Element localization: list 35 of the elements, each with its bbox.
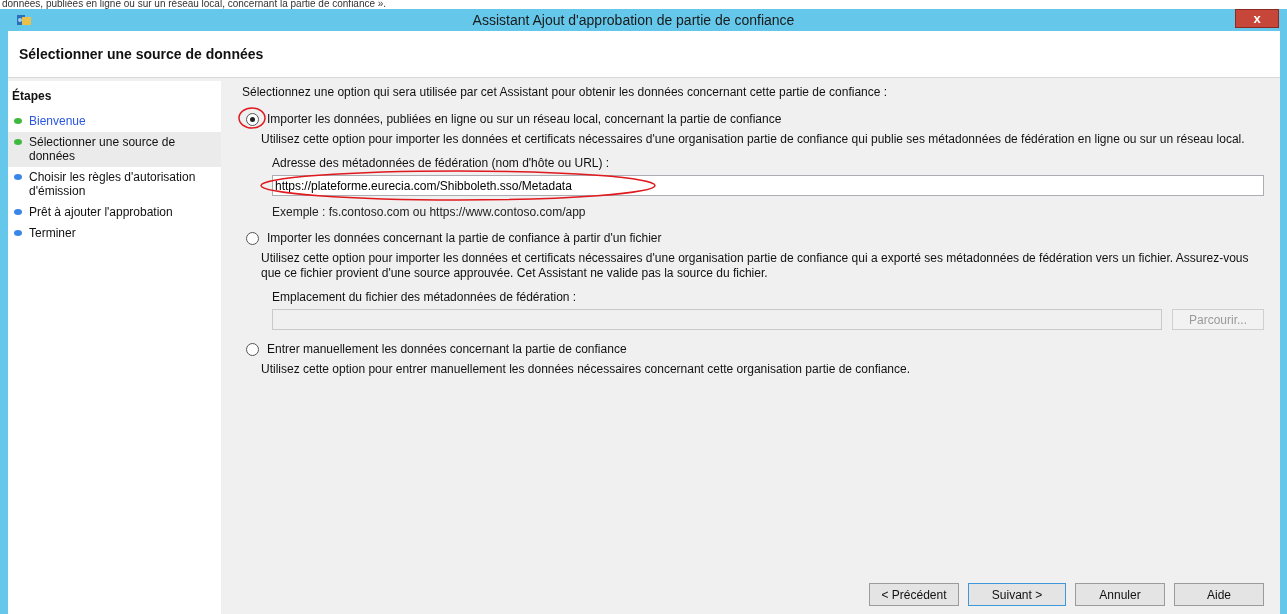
field-label: Emplacement du fichier des métadonnées de fédération : bbox=[272, 290, 578, 304]
step-label: Bienvenue bbox=[29, 114, 86, 128]
option-label: Importer les données, publiées en ligne ou sur un réseau local, concernant la partie de confiance bbox=[267, 112, 782, 126]
option-description: Utilisez cette option pour importer les données et certificats nécessaires d'une organisation partie de confiance qui publie ses métadonnées de fédération en ligne ou sur un réseau local. bbox=[261, 132, 1246, 147]
step-item[interactable]: Choisir les règles d'autorisation d'émission bbox=[8, 167, 221, 202]
step-item[interactable]: Sélectionner une source de données bbox=[8, 132, 221, 167]
radio-button[interactable] bbox=[246, 112, 259, 126]
step-item[interactable]: Prêt à ajouter l'approbation bbox=[8, 202, 221, 223]
wizard-button[interactable]: Suivant > bbox=[968, 583, 1066, 606]
step-label: Terminer bbox=[29, 226, 76, 240]
step-label: Sélectionner une source de données bbox=[29, 135, 177, 163]
wizard-button[interactable]: Aide bbox=[1174, 583, 1264, 606]
field-label: Adresse des métadonnées de fédération (nom d'hôte ou URL) : bbox=[272, 156, 611, 170]
option-label: Entrer manuellement les données concernant la partie de confiance bbox=[267, 342, 627, 356]
step-item[interactable]: Bienvenue bbox=[8, 111, 221, 132]
example-hint: Exemple : fs.contoso.com ou https://www.contoso.com/app bbox=[272, 205, 587, 219]
caption-text: données, publiées en ligne ou sur un réseau local, concernant la partie de confiance ». bbox=[2, 0, 387, 9]
radio-button[interactable] bbox=[246, 342, 259, 356]
step-label: Prêt à ajouter l'approbation bbox=[29, 205, 173, 219]
option-description: Utilisez cette option pour importer les données et certificats nécessaires d'une organisation partie de confiance qui a exporté ses métadonnées de fédération vers un fichier. Assurez-vous que ce fichier provient d'une source approuvée. Cet Assistant ne valide pas la source du fichier. bbox=[261, 251, 1250, 281]
app-icon bbox=[16, 13, 32, 27]
window-title: Assistant Ajout d'approbation de partie de confiance bbox=[471, 12, 796, 28]
annotation-circle bbox=[237, 106, 267, 130]
radio-button[interactable] bbox=[246, 231, 259, 245]
close-button[interactable]: x bbox=[1235, 9, 1279, 28]
page-title: Sélectionner une source de données bbox=[19, 46, 264, 62]
wizard-button[interactable]: Annuler bbox=[1075, 583, 1165, 606]
step-item[interactable]: Terminer bbox=[8, 223, 221, 244]
step-label: Choisir les règles d'autorisation d'émission bbox=[29, 170, 197, 198]
option-description: Utilisez cette option pour entrer manuellement les données nécessaires concernant cette organisation partie de confiance. bbox=[261, 362, 912, 377]
input-field[interactable]: https://plateforme.eurecia.com/Shibboleth.sso/Metadata bbox=[272, 175, 1264, 196]
option-label: Importer les données concernant la partie de confiance à partir d'un fichier bbox=[267, 231, 662, 245]
wizard-button[interactable]: < Précédent bbox=[869, 583, 959, 606]
steps-title: Étapes bbox=[11, 87, 53, 105]
intro-text: Sélectionnez une option qui sera utilisée par cet Assistant pour obtenir les données concernant cette partie de confiance : bbox=[242, 85, 889, 99]
